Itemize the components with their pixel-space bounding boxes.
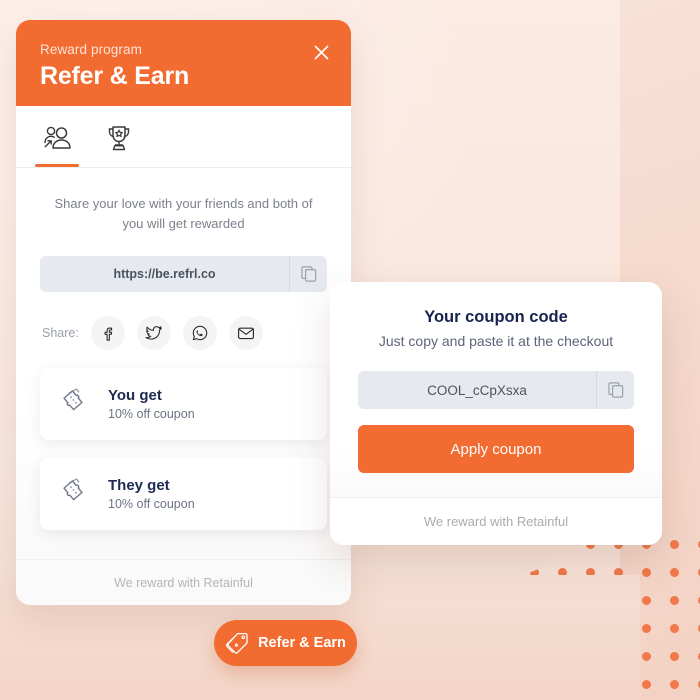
- decorative-dot: [670, 652, 679, 661]
- coupon-tickets-icon: [58, 477, 92, 512]
- referral-link-field[interactable]: https://be.refrl.co: [40, 256, 327, 292]
- close-button[interactable]: [309, 40, 333, 64]
- coupon-title: Your coupon code: [424, 308, 568, 326]
- copy-icon: [300, 266, 316, 282]
- decorative-dot: [670, 624, 679, 633]
- share-tagline: Share your love with your friends and bo…: [54, 196, 313, 231]
- referral-people-icon: [43, 126, 71, 149]
- whatsapp-icon: [192, 325, 208, 341]
- price-tag-icon: [226, 632, 248, 654]
- share-label: Share:: [42, 326, 79, 340]
- copy-link-button[interactable]: [289, 256, 327, 292]
- coupon-code-field[interactable]: COOL_cCpXsxa: [358, 371, 634, 409]
- coupon-subtitle: Just copy and paste it at the checkout: [378, 333, 614, 349]
- refer-and-earn-fab[interactable]: Refer & Earn: [214, 620, 357, 666]
- coupon-card: Your coupon code Just copy and paste it …: [330, 282, 662, 545]
- widget-header: Reward program Refer & Earn: [16, 20, 351, 106]
- reward-card-subtitle: 10% off coupon: [108, 497, 195, 511]
- share-facebook-button[interactable]: [90, 316, 125, 350]
- share-channels: Share:: [40, 316, 327, 350]
- coupon-code-value: COOL_cCpXsxa: [427, 382, 527, 398]
- fab-label: Refer & Earn: [258, 635, 346, 651]
- widget-body: Share your love with your friends and bo…: [16, 168, 351, 559]
- referral-link-value: https://be.refrl.co: [113, 267, 216, 281]
- copy-icon: [607, 382, 623, 398]
- share-whatsapp-button[interactable]: [182, 316, 217, 350]
- facebook-icon: [104, 327, 113, 341]
- decorative-dot: [642, 680, 651, 689]
- copy-coupon-button[interactable]: [596, 371, 634, 409]
- reward-card-text: You get 10% off coupon: [108, 387, 195, 421]
- reward-card-title: You get: [108, 387, 162, 404]
- decorative-dot: [670, 568, 679, 577]
- coupon-footer: We reward with Retainful: [330, 497, 662, 545]
- apply-coupon-button[interactable]: Apply coupon: [358, 425, 634, 473]
- widget-footer: We reward with Retainful: [16, 559, 351, 605]
- decorative-dot: [670, 680, 679, 689]
- share-email-button[interactable]: [228, 316, 263, 350]
- decorative-dot: [670, 540, 679, 549]
- reward-card-subtitle: 10% off coupon: [108, 407, 195, 421]
- reward-card: They get 10% off coupon: [40, 458, 327, 530]
- tab-refer[interactable]: [26, 109, 88, 167]
- trophy-icon: [108, 125, 130, 150]
- decorative-dot: [642, 568, 651, 577]
- decorative-dot: [642, 596, 651, 605]
- reward-card: You get 10% off coupon: [40, 368, 327, 440]
- reward-card-list: You get 10% off coupon They get 10% off cou…: [40, 368, 327, 530]
- tab-active-indicator: [35, 164, 79, 167]
- screen: Reward program Refer & Earn Share your l…: [0, 0, 700, 700]
- coupon-tickets-icon: [58, 387, 92, 422]
- decorative-dot: [642, 652, 651, 661]
- reward-card-text: They get 10% off coupon: [108, 477, 195, 511]
- coupon-body: Your coupon code Just copy and paste it …: [330, 282, 662, 497]
- tab-rewards[interactable]: [88, 109, 150, 167]
- page-title: Refer & Earn: [40, 62, 190, 90]
- email-icon: [237, 327, 254, 340]
- reward-card-title: They get: [108, 477, 170, 494]
- tab-bar: [16, 106, 351, 168]
- close-icon: [314, 45, 328, 59]
- decorative-dot: [670, 596, 679, 605]
- twitter-icon: [145, 326, 162, 340]
- decorative-dot: [642, 624, 651, 633]
- header-eyebrow: Reward program: [40, 42, 142, 57]
- refer-widget-panel: Reward program Refer & Earn Share your l…: [16, 20, 351, 605]
- share-twitter-button[interactable]: [136, 316, 171, 350]
